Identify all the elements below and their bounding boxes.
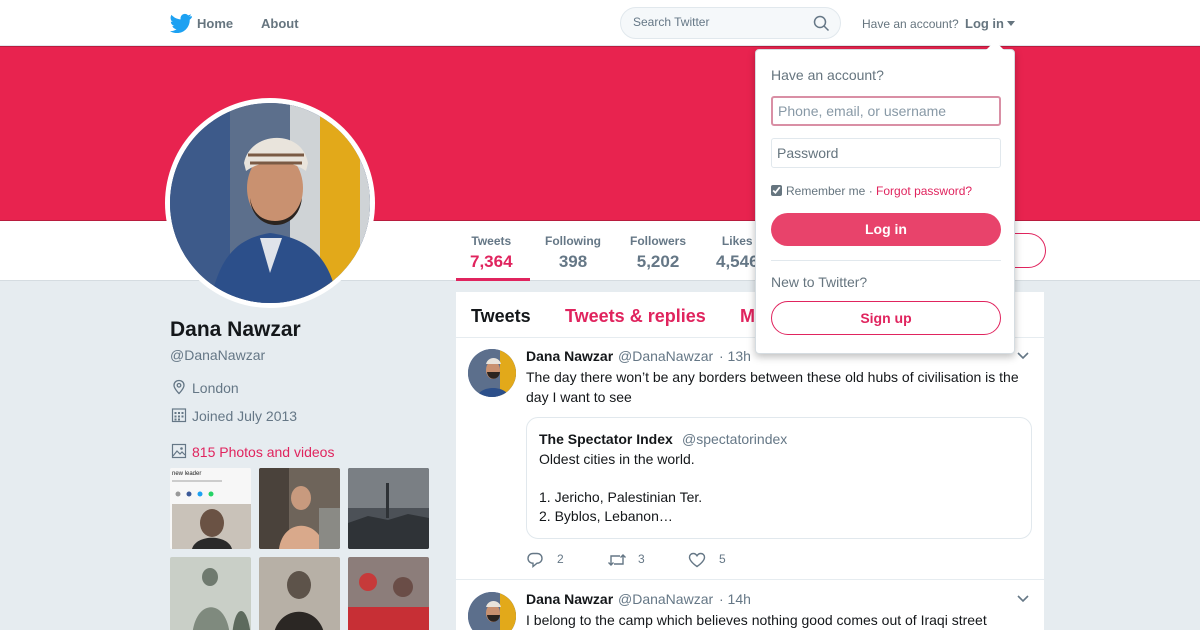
profile-name[interactable]: Dana Nawzar (170, 318, 301, 342)
search-box[interactable] (620, 7, 841, 39)
nav-home-link[interactable]: Home (197, 16, 233, 31)
photo-icon (171, 443, 187, 459)
tab-tweets-and-replies[interactable]: Tweets & replies (565, 306, 706, 327)
thumbnail-image (259, 468, 340, 549)
tweet-text: I belong to the camp which believes noth… (526, 612, 987, 628)
like-action[interactable]: 5 (688, 551, 748, 569)
media-thumbnail[interactable]: new leader (170, 468, 251, 549)
tweet-author-name[interactable]: Dana Nawzar (526, 348, 613, 364)
separator-dot: · (868, 184, 873, 198)
tweet-avatar[interactable] (468, 349, 516, 397)
stat-label: Following (545, 234, 601, 248)
tweet[interactable]: Dana Nawzar @DanaNawzar · 14h I belong t… (456, 580, 1044, 630)
tweet-author-handle[interactable]: @DanaNawzar (618, 591, 713, 607)
username-field[interactable] (771, 96, 1001, 126)
tweet-text: The day there won’t be any borders betwe… (526, 369, 1019, 405)
divider (771, 260, 1001, 261)
media-thumbnail[interactable] (348, 468, 429, 549)
dropdown-title: Have an account? (771, 67, 884, 83)
nav-about-link[interactable]: About (261, 16, 299, 31)
stat-tweets[interactable]: Tweets 7,364 (470, 234, 513, 272)
media-thumbnail[interactable] (348, 557, 429, 630)
tab-media[interactable]: M (740, 306, 755, 327)
thumbnail-image: new leader (170, 468, 251, 549)
have-account-text: Have an account? (862, 17, 959, 31)
avatar-illustration (468, 592, 516, 630)
profile-avatar[interactable] (165, 98, 375, 308)
media-thumbnail[interactable] (259, 468, 340, 549)
stat-following[interactable]: Following 398 (545, 234, 601, 272)
retweet-icon (608, 554, 626, 566)
profile-location: London (192, 380, 239, 396)
retweet-action[interactable]: 3 (607, 551, 667, 569)
login-menu-button[interactable]: Log in (965, 16, 1004, 31)
search-input[interactable] (633, 15, 803, 29)
tweet-avatar[interactable] (468, 592, 516, 630)
login-button[interactable]: Log in (771, 213, 1001, 246)
tweet-timestamp[interactable]: · 14h (719, 591, 751, 607)
thumbnail-image (348, 468, 429, 549)
calendar-icon (171, 408, 187, 423)
media-thumbnail[interactable] (170, 557, 251, 630)
thumbnail-image (259, 557, 340, 630)
tab-tweets[interactable]: Tweets (471, 306, 531, 327)
tweet-timestamp[interactable]: · 13h (719, 348, 751, 364)
profile-joined-date: Joined July 2013 (192, 408, 298, 424)
tweet-author-handle[interactable]: @DanaNawzar (618, 348, 713, 364)
quoted-author-name: The Spectator Index (539, 431, 673, 447)
quoted-text-line: 1. Jericho, Palestinian Ter. (539, 489, 703, 505)
stat-value: 7,364 (470, 252, 513, 271)
avatar-illustration (170, 103, 370, 303)
stat-label: Likes (721, 234, 753, 248)
forgot-password-link[interactable]: Forgot password? (876, 184, 972, 198)
stat-value: 5,202 (636, 252, 680, 271)
reply-action[interactable]: 2 (526, 551, 586, 569)
reply-icon (527, 552, 543, 568)
photos-and-videos-link[interactable]: 815 Photos and videos (192, 444, 334, 460)
thumbnail-image (348, 557, 429, 630)
thumbnail-caption: new leader (172, 471, 201, 477)
like-count: 5 (719, 552, 726, 566)
tweet-author-name[interactable]: Dana Nawzar (526, 591, 613, 607)
dropdown-arrow (986, 41, 1004, 50)
remember-me-checkbox[interactable] (771, 185, 782, 196)
stat-label: Followers (630, 234, 687, 248)
signup-button[interactable]: Sign up (771, 301, 1001, 335)
media-thumbnail[interactable] (259, 557, 340, 630)
tweet[interactable]: Dana Nawzar @DanaNawzar · 13h The day th… (456, 339, 1044, 580)
new-to-twitter-text: New to Twitter? (771, 274, 868, 290)
quoted-text-line: 2. Byblos, Lebanon… (539, 508, 673, 524)
quoted-author-handle: @spectatorindex (682, 431, 788, 447)
remember-me-row: Remember me · Forgot password? (771, 184, 972, 198)
quoted-text-line: Oldest cities in the world. (539, 451, 695, 467)
search-icon[interactable] (813, 15, 830, 32)
stat-likes[interactable]: Likes 4,546 (716, 234, 759, 272)
chevron-down-icon[interactable] (1007, 21, 1015, 26)
stat-followers[interactable]: Followers 5,202 (630, 234, 686, 272)
remember-me-label[interactable]: Remember me (786, 184, 865, 198)
active-stat-indicator (456, 278, 530, 281)
thumbnail-image (170, 557, 251, 630)
twitter-bird-icon[interactable] (170, 13, 192, 33)
avatar-illustration (468, 349, 516, 397)
top-navigation-bar: Home About Have an account? Log in (0, 0, 1200, 46)
stat-label: Tweets (471, 234, 512, 248)
avatar-photo (170, 103, 370, 303)
login-dropdown: Have an account? Remember me · Forgot pa… (755, 41, 1015, 354)
stat-value: 398 (558, 252, 588, 271)
quoted-tweet[interactable]: The Spectator Index @spectatorindex Olde… (526, 417, 1032, 539)
stat-value: 4,546 (716, 252, 759, 271)
retweet-count: 3 (638, 552, 645, 566)
chevron-down-icon[interactable] (1017, 595, 1029, 603)
password-field[interactable] (771, 138, 1001, 168)
heart-icon (688, 552, 706, 568)
chevron-down-icon[interactable] (1017, 352, 1029, 360)
location-icon (173, 379, 185, 395)
reply-count: 2 (557, 552, 564, 566)
profile-handle[interactable]: @DanaNawzar (170, 347, 265, 363)
